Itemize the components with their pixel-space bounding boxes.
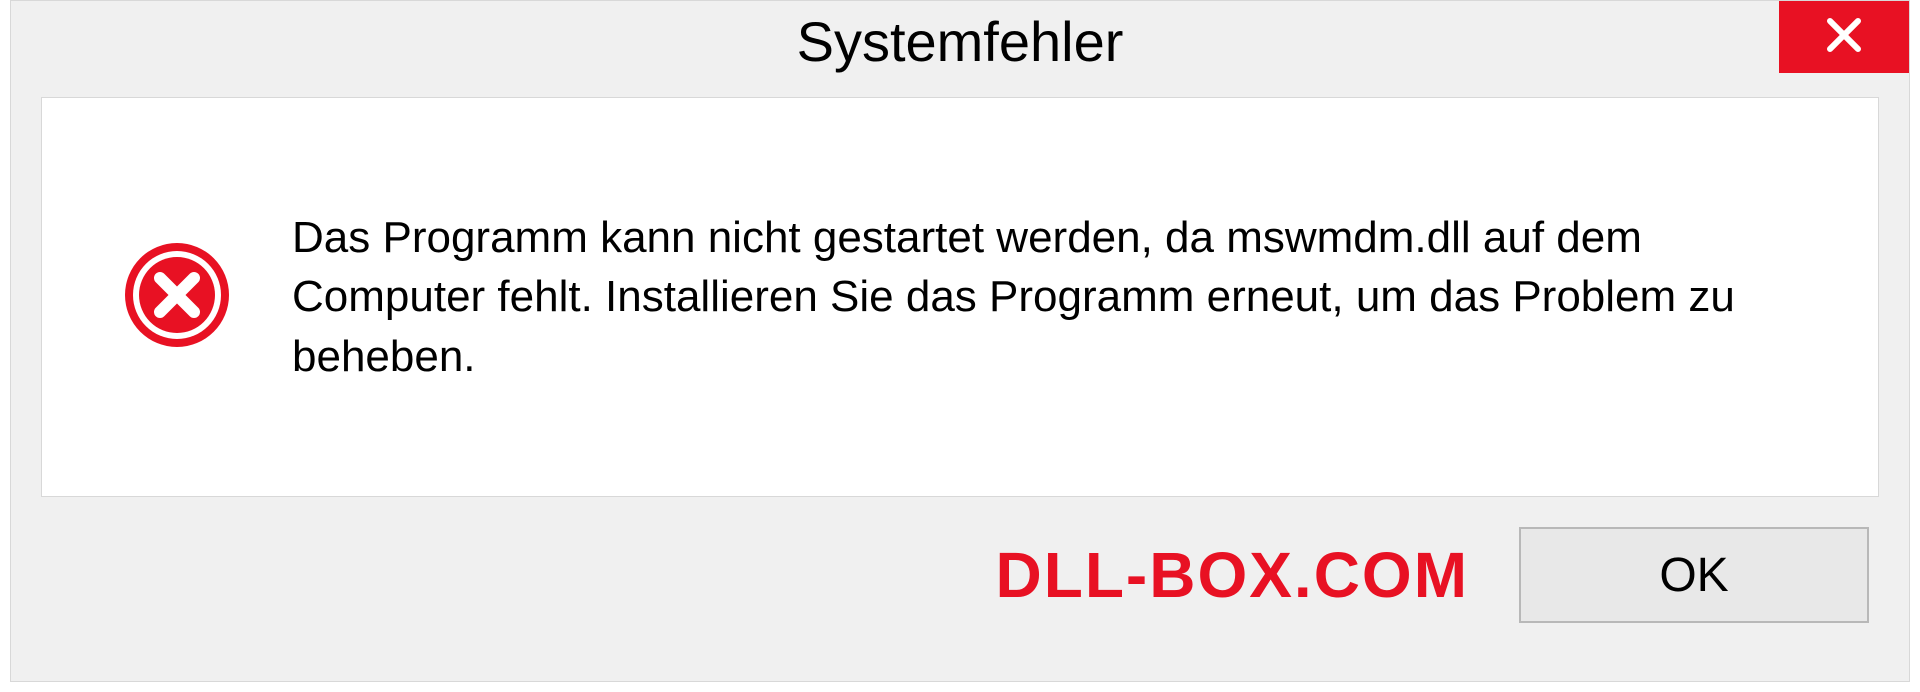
watermark-text: DLL-BOX.COM [996,538,1470,612]
error-icon [122,240,232,355]
dialog-footer: DLL-BOX.COM OK [11,497,1909,623]
dialog-title: Systemfehler [797,9,1124,74]
ok-button[interactable]: OK [1519,527,1869,623]
close-icon [1824,15,1864,60]
content-panel: Das Programm kann nicht gestartet werden… [41,97,1879,497]
titlebar: Systemfehler [11,1,1909,97]
error-message: Das Programm kann nicht gestartet werden… [292,208,1798,386]
error-dialog: Systemfehler Das Programm kann nicht ges… [10,0,1910,682]
close-button[interactable] [1779,1,1909,73]
